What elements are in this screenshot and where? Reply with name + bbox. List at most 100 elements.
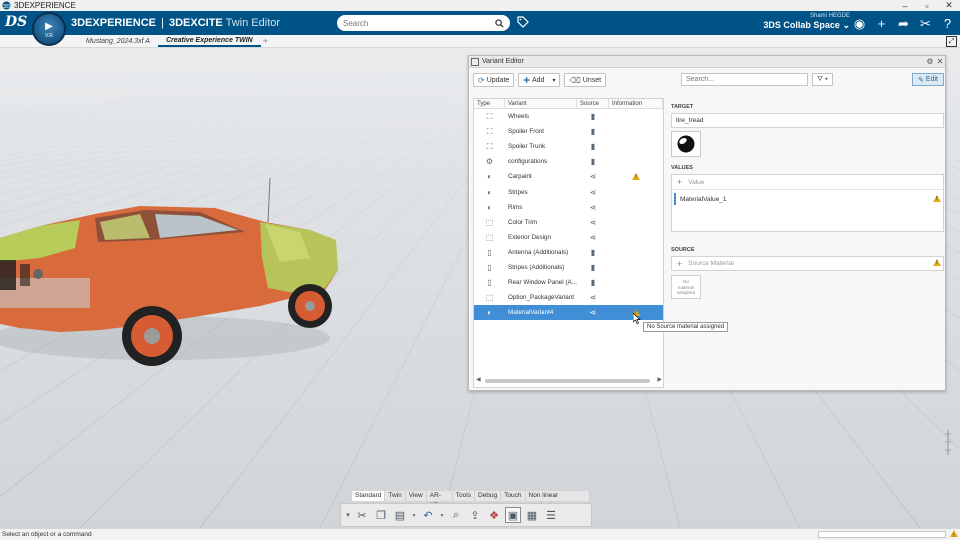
search-input[interactable] xyxy=(343,18,495,28)
variant-name: Antenna (Additionals) xyxy=(508,248,569,256)
action-tab[interactable]: AR-VR xyxy=(426,491,453,509)
settings-icon[interactable]: ⚙ xyxy=(925,57,935,66)
configurator-icon[interactable]: ▦ xyxy=(524,507,540,523)
warning-icon xyxy=(933,194,941,204)
target-thumbnail[interactable] xyxy=(671,131,701,157)
column-type[interactable]: Type xyxy=(474,99,505,108)
collab-space-selector[interactable]: 3DS Collab Space ⌄ xyxy=(763,20,850,31)
variant-name: Exterior Design xyxy=(508,233,552,241)
add-dropdown-icon[interactable]: ▾ xyxy=(552,77,555,84)
compass-widget[interactable]: ▶ V.R xyxy=(32,12,66,46)
table-row[interactable]: ⬚ Color Trim ⋖ xyxy=(474,215,663,230)
material-icon: ◐ xyxy=(487,187,492,197)
panel-close-icon[interactable]: ✕ xyxy=(935,57,945,66)
app-logo-icon: 3D xyxy=(2,1,11,10)
table-row[interactable]: ⬚ Exterior Design ⋖ xyxy=(474,230,663,245)
column-information[interactable]: Information xyxy=(609,99,663,108)
add-icon[interactable]: + xyxy=(873,15,890,32)
maximize-icon[interactable]: ▫ xyxy=(916,1,938,11)
table-row[interactable]: ◐ Rims ⋖ xyxy=(474,200,663,215)
fullscreen-icon[interactable]: ⤢ xyxy=(946,36,957,47)
add-label: Add xyxy=(531,76,545,84)
add-value-plus-icon[interactable]: + xyxy=(677,177,682,187)
global-search[interactable] xyxy=(337,15,510,31)
paste-icon[interactable]: ▤ xyxy=(392,507,408,523)
share-icon: ⋖ xyxy=(589,308,597,318)
action-tab[interactable]: Twin xyxy=(385,491,406,501)
variant-toolbar: ⟳ Update ✚ Add ▾ ⌫ Unset xyxy=(473,73,607,87)
update-button[interactable]: ⟳ Update xyxy=(473,73,515,87)
add-value-row[interactable]: + Value xyxy=(672,175,943,190)
scroll-thumb[interactable] xyxy=(485,379,650,383)
table-row[interactable]: ⛶ Spoiler Trunk ▮ xyxy=(474,139,663,154)
tools-icon[interactable]: ✂ xyxy=(917,15,934,32)
table-row[interactable]: ▯ Antenna (Additionals) ▮ xyxy=(474,245,663,260)
list-view-icon[interactable]: ☰ xyxy=(543,507,559,523)
scroll-right-icon[interactable]: ▶ xyxy=(657,376,662,383)
action-tab[interactable]: Standard xyxy=(352,491,386,501)
source-material-row[interactable]: + Source Material xyxy=(671,256,944,271)
table-row[interactable]: ⚙ configurations ▮ xyxy=(474,154,663,169)
table-row[interactable]: ⛶ Wheels ▮ xyxy=(474,109,663,124)
car-model[interactable] xyxy=(0,178,350,388)
brand-bold: 3DEXPERIENCE xyxy=(71,17,156,29)
tooltip: No Source material assigned xyxy=(643,322,729,332)
export-icon[interactable]: ⇪ xyxy=(467,507,483,523)
table-row[interactable]: ▯ Stripes (Additionals) ▮ xyxy=(474,260,663,275)
add-source-plus-icon[interactable]: + xyxy=(677,259,682,269)
status-warning-icon[interactable] xyxy=(950,530,958,540)
action-tab[interactable]: View xyxy=(405,491,427,501)
undo-icon[interactable]: ↶ xyxy=(420,507,436,523)
undo-dropdown-icon[interactable]: ▾ xyxy=(439,507,445,523)
variant-editor-titlebar[interactable]: Variant Editor ⚙ ✕ xyxy=(469,56,945,68)
add-button[interactable]: ✚ Add ▾ xyxy=(518,73,561,87)
column-variant[interactable]: Variant xyxy=(505,99,577,108)
unset-button[interactable]: ⌫ Unset xyxy=(564,73,607,87)
share-icon[interactable]: ➦ xyxy=(895,15,912,32)
variant-table: Type Variant Source Information ⛶ Wheels ▮… xyxy=(473,98,664,388)
target-field[interactable]: tire_tread xyxy=(671,113,944,128)
horizontal-scrollbar[interactable]: ◀ ▶ xyxy=(476,376,662,384)
tab-mustang[interactable]: Mustang_2024.3xf A xyxy=(78,38,158,47)
help-icon[interactable]: ? xyxy=(939,15,956,32)
document-icon: ▮ xyxy=(590,247,596,257)
search-icon[interactable] xyxy=(495,18,504,28)
tab-creative-experience[interactable]: Creative Experience TWIN xyxy=(157,37,261,47)
table-row[interactable]: ▯ Rear Window Panel (A... ▮ xyxy=(474,275,663,290)
chevron-down-icon: ⌄ xyxy=(842,20,850,30)
action-tab[interactable]: Non linear versioning xyxy=(525,491,590,509)
materials-icon[interactable]: ❖ xyxy=(486,507,502,523)
warning-icon[interactable] xyxy=(632,173,640,181)
edit-button[interactable]: ✎ Edit xyxy=(912,73,944,86)
tag-icon[interactable] xyxy=(517,16,529,28)
minimize-icon[interactable]: – xyxy=(894,1,916,11)
user-block[interactable]: Shami HEGDE 3DS Collab Space ⌄ xyxy=(763,13,850,31)
table-row[interactable]: ◐ Stripes ⋖ xyxy=(474,184,663,199)
filter-button[interactable]: ⛛ ▾ xyxy=(812,73,833,86)
column-source[interactable]: Source xyxy=(577,99,609,108)
action-tab[interactable]: Tools xyxy=(452,491,475,501)
scroll-left-icon[interactable]: ◀ xyxy=(476,376,481,383)
paste-dropdown-icon[interactable]: ▾ xyxy=(411,507,417,523)
add-tab-icon[interactable]: + xyxy=(263,36,268,47)
variant-name: Spoiler Trunk xyxy=(508,143,546,151)
copy-icon[interactable]: ❐ xyxy=(373,507,389,523)
expand-icon[interactable]: ▾ xyxy=(345,507,351,523)
variant-editor-command-icon[interactable]: ▣ xyxy=(505,507,521,523)
action-tab[interactable]: Touch xyxy=(501,491,526,501)
user-profile-icon[interactable]: ◉ xyxy=(851,15,868,32)
value-item[interactable]: MaterialValue_1 xyxy=(674,193,942,205)
part-icon: ▯ xyxy=(487,278,492,288)
table-row[interactable]: ⬚ Option_PackageVariant ⋖ xyxy=(474,290,663,305)
value-item-label: MaterialValue_1 xyxy=(680,195,727,203)
close-icon[interactable]: ✕ xyxy=(938,0,960,11)
zoom-icon[interactable]: ⌕ xyxy=(448,507,464,523)
share-icon: ⋖ xyxy=(589,172,597,182)
mouse-cursor-icon xyxy=(633,313,641,324)
variant-search-input[interactable] xyxy=(681,73,808,86)
cut-icon[interactable]: ✂ xyxy=(354,507,370,523)
ds-logo-icon[interactable]: DS xyxy=(5,14,27,32)
table-row[interactable]: ◐ Carpaint ⋖ xyxy=(474,169,663,184)
table-row[interactable]: ⛶ Spoiler Front ▮ xyxy=(474,124,663,139)
action-tab[interactable]: Debug xyxy=(474,491,502,501)
